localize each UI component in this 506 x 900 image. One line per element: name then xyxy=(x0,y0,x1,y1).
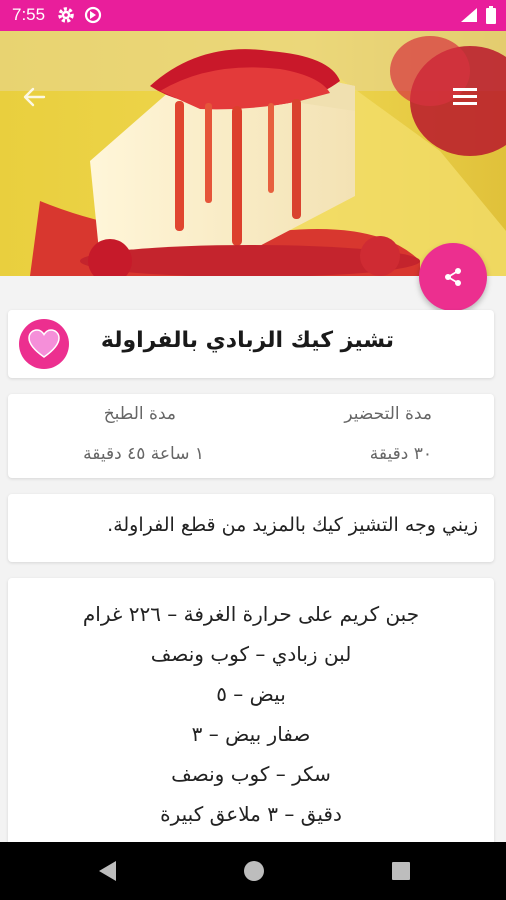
battery-icon xyxy=(486,6,496,24)
nav-recents-icon[interactable] xyxy=(390,859,412,883)
ingredient-item: لبن زبادي – كوب ونصف xyxy=(150,642,352,666)
recipe-description: زيني وجه التشيز كيك بالمزيد من قطع الفرا… xyxy=(107,514,478,536)
settings-gear-icon xyxy=(58,7,74,23)
ingredient-item: دقيق – ٣ ملاعق كبيرة xyxy=(160,802,342,826)
recipe-title-card: تشيز كيك الزبادي بالفراولة xyxy=(8,310,494,378)
ingredients-list: جبن كريم على حرارة الغرفة – ٢٢٦ غرام لبن… xyxy=(8,594,494,834)
description-card: زيني وجه التشيز كيك بالمزيد من قطع الفرا… xyxy=(8,494,494,562)
back-arrow-icon[interactable] xyxy=(20,83,48,111)
ingredients-card: جبن كريم على حرارة الغرفة – ٢٢٦ غرام لبن… xyxy=(8,578,494,878)
prep-time-label: مدة التحضير xyxy=(344,404,432,424)
system-navigation-bar xyxy=(0,842,506,900)
share-button[interactable] xyxy=(419,243,487,311)
ingredient-item: صفار بيض – ٣ xyxy=(191,722,311,746)
cook-time-label: مدة الطبخ xyxy=(103,404,176,424)
recipe-hero-image xyxy=(0,31,506,276)
nav-home-icon[interactable] xyxy=(243,859,265,883)
heart-icon xyxy=(28,329,60,358)
nav-back-icon[interactable] xyxy=(96,859,118,883)
cook-time-value: ١ ساعة ٤٥ دقيقة xyxy=(83,444,204,464)
wifi-signal-icon xyxy=(461,8,477,22)
recipe-title: تشيز كيك الزبادي بالفراولة xyxy=(100,328,394,353)
data-saver-icon xyxy=(84,6,102,24)
ingredient-item: جبن كريم على حرارة الغرفة – ٢٢٦ غرام xyxy=(82,602,420,626)
ingredient-item: بيض – ٥ xyxy=(216,682,286,706)
hamburger-menu-icon[interactable] xyxy=(449,81,481,111)
share-icon xyxy=(445,268,461,286)
favorite-button[interactable] xyxy=(19,319,69,369)
prep-time-value: ٣٠ دقيقة xyxy=(369,444,432,464)
status-bar: 7:55 xyxy=(0,0,506,31)
ingredient-item: سكر – كوب ونصف xyxy=(171,762,331,786)
cooking-times-card: مدة التحضير ٣٠ دقيقة مدة الطبخ ١ ساعة ٤٥… xyxy=(8,394,494,478)
status-time: 7:55 xyxy=(12,5,46,24)
